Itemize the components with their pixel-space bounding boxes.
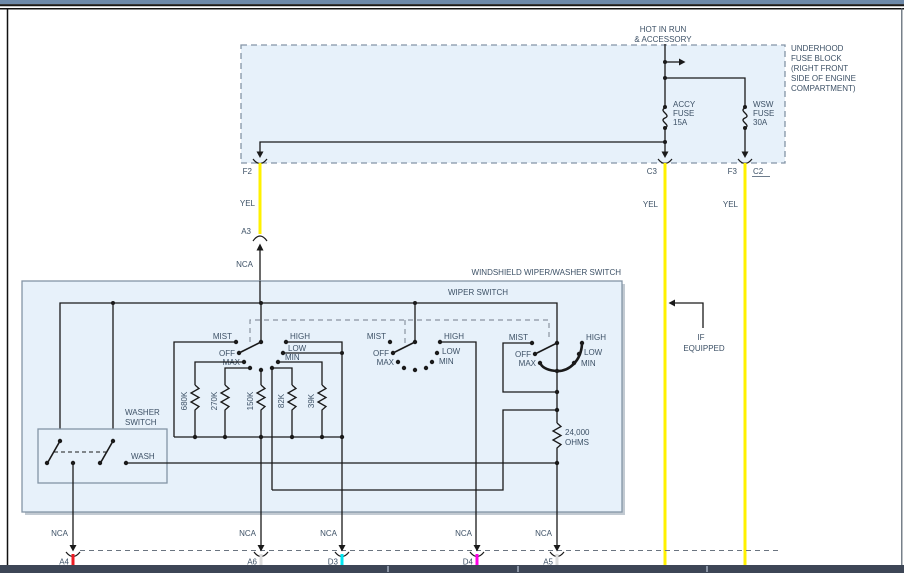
power-source-label: HOT IN RUN [640, 25, 687, 34]
resistor-label-39k: 39K [307, 393, 316, 408]
wire-label-nca-a5: NCA [535, 529, 553, 538]
pin-label-c3: C3 [647, 167, 658, 176]
wire-color-label-yel-1: YEL [240, 199, 256, 208]
wsw-fuse-name: WSW [753, 100, 774, 109]
if-equipped-label2: EQUIPPED [683, 344, 725, 353]
wafer3-pos-off: OFF [515, 350, 531, 359]
bottom-bar [0, 565, 904, 573]
switch-box-title: WINDSHIELD WIPER/WASHER SWITCH [472, 268, 622, 277]
wiring-diagram-window: HOT IN RUN & ACCESSORY UNDERHOOD FUSE BL… [0, 0, 904, 573]
wire-label-nca-d3: NCA [320, 529, 338, 538]
left-feed-drop: YEL A3 NCA [236, 163, 267, 281]
fuse-block-name-5: COMPARTMENT) [791, 84, 856, 93]
accy-fuse-type: FUSE [673, 109, 694, 118]
wafer2-pos-min: MIN [439, 357, 454, 366]
bottom-pin-d4: NCA D4 [455, 529, 484, 567]
washer-switch-title2: SWITCH [125, 418, 157, 427]
fuse-block: HOT IN RUN & ACCESSORY UNDERHOOD FUSE BL… [241, 25, 856, 177]
wiper-washer-switch: WINDSHIELD WIPER/WASHER SWITCH WIPER SWI… [22, 268, 625, 546]
wafer1-pos-high: HIGH [290, 332, 310, 341]
fuse-block-name-3: (RIGHT FRONT [791, 64, 848, 73]
bottom-status-bar [0, 565, 904, 573]
wafer1-pos-low: LOW [288, 344, 307, 353]
wsw-fuse-type: FUSE [753, 109, 774, 118]
wire-label-nca-top: NCA [236, 260, 254, 269]
wash-label: WASH [131, 452, 155, 461]
washer-switch-title1: WASHER [125, 408, 160, 417]
top-toolbar-bar [0, 0, 904, 4]
pin-label-a3: A3 [241, 227, 251, 236]
wire-color-label-yel-2: YEL [643, 200, 659, 209]
bottom-connector-row: NCA A4 NCA A6 NCA D3 NCA D4 [51, 529, 778, 567]
a3-connector-symbol [253, 236, 267, 241]
wire-label-nca-a6: NCA [239, 529, 257, 538]
wire-label-nca-d4: NCA [455, 529, 473, 538]
wafer2-pos-low: LOW [442, 347, 461, 356]
wafer2-pos-off: OFF [373, 349, 389, 358]
wire-label-nca-a4: NCA [51, 529, 69, 538]
bottom-pin-a5: NCA A5 [535, 529, 564, 567]
wiring-diagram-canvas: HOT IN RUN & ACCESSORY UNDERHOOD FUSE BL… [0, 0, 904, 573]
wafer3-pos-low: LOW [584, 348, 603, 357]
resistor-label-270k: 270K [210, 391, 219, 410]
resistor-label-150k: 150K [246, 391, 255, 410]
wafer3-pos-max: MAX [519, 359, 537, 368]
bottom-pin-a4: NCA A4 [51, 529, 80, 567]
wafer3-pos-mist: MIST [509, 333, 528, 342]
wafer3-pos-high: HIGH [586, 333, 606, 342]
fuse-block-name-2: FUSE BLOCK [791, 54, 842, 63]
power-source-label2: & ACCESSORY [634, 35, 692, 44]
fuse-block-name-1: UNDERHOOD [791, 44, 844, 53]
wafer3-pos-min: MIN [581, 359, 596, 368]
accy-fuse-rating: 15A [673, 118, 688, 127]
wafer1-pos-off: OFF [219, 349, 235, 358]
wafer1-pos-mist: MIST [213, 332, 232, 341]
pin-label-c2: C2 [753, 167, 764, 176]
pin-label-f3: F3 [728, 167, 738, 176]
wafer2-pos-high: HIGH [444, 332, 464, 341]
pin-label-f2: F2 [243, 167, 253, 176]
fuse-block-box [241, 45, 785, 163]
resistor-label-680k: 680K [180, 391, 189, 410]
wafer2-pos-max: MAX [377, 358, 395, 367]
wire-color-label-yel-3: YEL [723, 200, 739, 209]
if-equipped-label1: IF [697, 333, 704, 342]
resistor-label-82k: 82K [277, 393, 286, 408]
fuse-block-name-4: SIDE OF ENGINE [791, 74, 856, 83]
wiper-switch-title: WIPER SWITCH [448, 288, 508, 297]
yellow-feed-wires: YEL YEL [643, 163, 745, 566]
wafer2-pos-mist: MIST [367, 332, 386, 341]
resistor-24k-label2: OHMS [565, 438, 589, 447]
resistor-24k-label1: 24,000 [565, 428, 590, 437]
wafer1-pos-min: MIN [285, 353, 300, 362]
if-equipped-callout: IF EQUIPPED [669, 300, 725, 354]
bottom-pin-a6: NCA A6 [239, 529, 268, 567]
wsw-fuse-rating: 30A [753, 118, 768, 127]
bottom-pin-d3: NCA D3 [320, 529, 349, 567]
accy-fuse-name: ACCY [673, 100, 696, 109]
